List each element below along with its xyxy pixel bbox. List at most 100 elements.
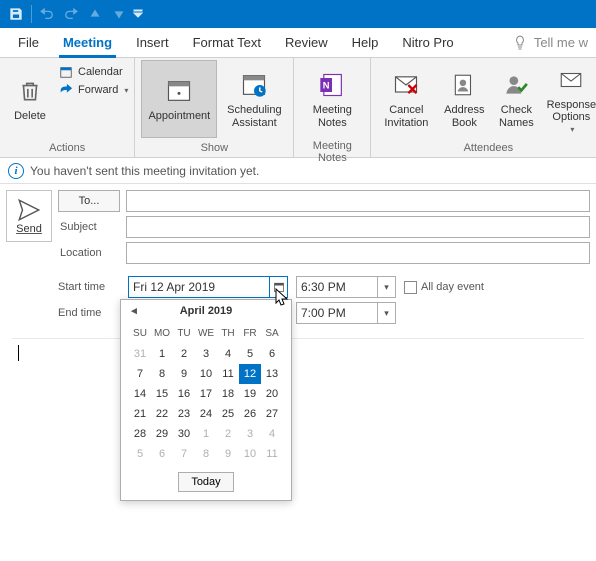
calendar-day[interactable]: 8 — [151, 364, 173, 384]
cancel-invitation-button[interactable]: Cancel Invitation — [377, 60, 435, 138]
calendar-day[interactable]: 16 — [173, 384, 195, 404]
calendar-day[interactable]: 31 — [129, 344, 151, 364]
tell-me-search[interactable]: Tell me w — [512, 35, 588, 51]
menu-review[interactable]: Review — [275, 31, 338, 54]
calendar-day[interactable]: 5 — [129, 444, 151, 464]
calendar-day[interactable]: 28 — [129, 424, 151, 444]
calendar-day[interactable]: 26 — [239, 404, 261, 424]
info-text: You haven't sent this meeting invitation… — [30, 164, 259, 178]
calendar-day[interactable]: 3 — [195, 344, 217, 364]
all-day-checkbox[interactable]: All day event — [404, 281, 484, 294]
calendar-day[interactable]: 8 — [195, 444, 217, 464]
calendar-day[interactable]: 20 — [261, 384, 283, 404]
menu-format-text[interactable]: Format Text — [183, 31, 271, 54]
redo-icon[interactable] — [59, 2, 83, 26]
subject-field[interactable] — [126, 216, 590, 238]
response-options-button[interactable]: Response Options ▾ — [543, 60, 596, 138]
calendar-day[interactable]: 12 — [239, 364, 261, 384]
calendar-icon — [58, 64, 74, 80]
address-book-button[interactable]: Address Book — [439, 60, 489, 138]
calendar-day[interactable]: 9 — [173, 364, 195, 384]
location-label: Location — [58, 247, 120, 259]
calendar-day[interactable]: 3 — [239, 424, 261, 444]
calendar-day[interactable]: 5 — [239, 344, 261, 364]
calendar-day[interactable]: 2 — [217, 424, 239, 444]
location-field[interactable] — [126, 242, 590, 264]
delete-label: Delete — [14, 110, 46, 123]
check-names-button[interactable]: Check Names — [493, 60, 539, 138]
start-date-value: Fri 12 Apr 2019 — [129, 280, 269, 294]
day-of-week-header: MO — [151, 324, 173, 344]
calendar-day[interactable]: 14 — [129, 384, 151, 404]
calendar-day[interactable]: 27 — [261, 404, 283, 424]
calendar-day[interactable]: 10 — [239, 444, 261, 464]
day-of-week-header: TU — [173, 324, 195, 344]
start-time-label: Start time — [58, 281, 120, 293]
today-button[interactable]: Today — [178, 472, 233, 492]
calendar-day[interactable]: 30 — [173, 424, 195, 444]
prev-item-icon[interactable] — [83, 2, 107, 26]
ribbon-group-meeting-notes: N Meeting Notes Meeting Notes — [294, 58, 371, 157]
group-label-meeting-notes: Meeting Notes — [300, 138, 364, 167]
calendar-day[interactable]: 6 — [151, 444, 173, 464]
calendar-day[interactable]: 29 — [151, 424, 173, 444]
customize-qa-icon[interactable] — [131, 2, 145, 26]
calendar-day[interactable]: 25 — [217, 404, 239, 424]
menu-help[interactable]: Help — [342, 31, 389, 54]
end-time-combo[interactable]: 7:00 PM ▾ — [296, 302, 396, 324]
menu-insert[interactable]: Insert — [126, 31, 179, 54]
copy-to-calendar-button[interactable]: Calendar — [58, 64, 128, 80]
menu-nitro-pro[interactable]: Nitro Pro — [392, 31, 463, 54]
meeting-body-editor[interactable] — [12, 338, 584, 551]
calendar-day[interactable]: 22 — [151, 404, 173, 424]
calendar-dropdown-icon[interactable] — [269, 277, 287, 297]
calendar-day[interactable]: 19 — [239, 384, 261, 404]
calendar-day[interactable]: 17 — [195, 384, 217, 404]
trash-icon — [14, 75, 46, 107]
calendar-day[interactable]: 24 — [195, 404, 217, 424]
date-picker-popup: ◂ April 2019 SUMOTUWETHFRSA3112345678910… — [120, 299, 292, 501]
undo-icon[interactable] — [35, 2, 59, 26]
calendar-day[interactable]: 10 — [195, 364, 217, 384]
forward-button[interactable]: Forward ▾ — [58, 82, 128, 98]
scheduling-assistant-button[interactable]: Scheduling Assistant — [221, 60, 287, 138]
start-date-combo[interactable]: Fri 12 Apr 2019 — [128, 276, 288, 298]
meeting-notes-button[interactable]: N Meeting Notes — [300, 60, 364, 138]
meeting-notes-label: Meeting Notes — [313, 104, 352, 129]
calendar-day[interactable]: 4 — [261, 424, 283, 444]
save-icon[interactable] — [4, 2, 28, 26]
calendar-day[interactable]: 1 — [195, 424, 217, 444]
meeting-form: Send To... Subject Location Start time F… — [0, 184, 596, 324]
menu-file[interactable]: File — [8, 31, 49, 54]
calendar-day[interactable]: 4 — [217, 344, 239, 364]
appointment-button[interactable]: Appointment — [141, 60, 217, 138]
menu-meeting[interactable]: Meeting — [53, 31, 122, 54]
calendar-day[interactable]: 11 — [261, 444, 283, 464]
delete-button[interactable]: Delete — [6, 60, 54, 138]
calendar-day[interactable]: 11 — [217, 364, 239, 384]
send-button[interactable]: Send — [6, 190, 52, 242]
calendar-day[interactable]: 18 — [217, 384, 239, 404]
prev-month-button[interactable]: ◂ — [127, 303, 141, 317]
calendar-day[interactable]: 1 — [151, 344, 173, 364]
calendar-day[interactable]: 9 — [217, 444, 239, 464]
cancel-label: Cancel Invitation — [384, 104, 428, 129]
start-time-combo[interactable]: 6:30 PM ▾ — [296, 276, 396, 298]
calendar-day[interactable]: 21 — [129, 404, 151, 424]
calendar-day[interactable]: 7 — [129, 364, 151, 384]
ribbon-group-attendees: Cancel Invitation Address Book Check Nam… — [371, 58, 596, 157]
calendar-day[interactable]: 2 — [173, 344, 195, 364]
date-picker-title: April 2019 — [180, 305, 233, 317]
ribbon-group-show: Appointment Scheduling Assistant Show — [135, 58, 294, 157]
chevron-down-icon[interactable]: ▾ — [377, 303, 395, 323]
calendar-day[interactable]: 7 — [173, 444, 195, 464]
calendar-day[interactable]: 23 — [173, 404, 195, 424]
calendar-day[interactable]: 6 — [261, 344, 283, 364]
day-of-week-header: FR — [239, 324, 261, 344]
to-button[interactable]: To... — [58, 190, 120, 212]
calendar-day[interactable]: 13 — [261, 364, 283, 384]
calendar-day[interactable]: 15 — [151, 384, 173, 404]
to-field[interactable] — [126, 190, 590, 212]
chevron-down-icon[interactable]: ▾ — [377, 277, 395, 297]
next-item-icon[interactable] — [107, 2, 131, 26]
